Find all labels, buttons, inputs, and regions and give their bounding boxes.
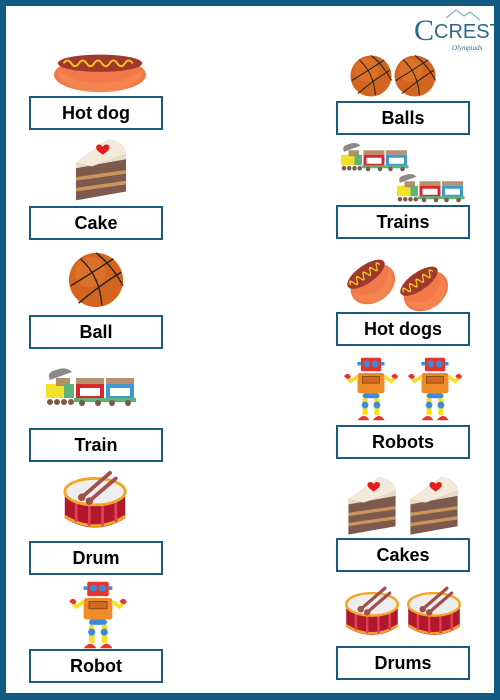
label-cake: Cake (29, 206, 163, 240)
drum-icon (344, 586, 400, 637)
label-drum: Drum (29, 541, 163, 575)
crest-olympiads-logo: C CREST Olympiads (410, 8, 500, 54)
logo-text: CREST (434, 21, 494, 43)
label-ball: Ball (29, 315, 163, 349)
basketball-icon (68, 252, 124, 308)
label-balls: Balls (336, 101, 470, 135)
logo-c: C (414, 14, 434, 47)
label-train: Train (29, 428, 163, 462)
label-trains: Trains (336, 205, 470, 239)
cake-icon (75, 139, 127, 201)
drum-icon (406, 586, 462, 637)
basketball-icon (349, 54, 393, 98)
cake-icon (348, 477, 396, 535)
label-hot-dog: Hot dog (29, 96, 163, 130)
train-icon (341, 143, 409, 172)
train-icon (46, 368, 136, 406)
label-drums: Drums (336, 646, 470, 680)
cake-icon (410, 477, 458, 535)
robot-icon (408, 356, 462, 422)
robot-icon (344, 356, 398, 422)
label-robot: Robot (29, 649, 163, 683)
drum-icon (62, 470, 128, 530)
label-cakes: Cakes (336, 538, 470, 572)
label-robots: Robots (336, 425, 470, 459)
hotdog-icon (52, 53, 148, 94)
train-icon (397, 174, 465, 203)
robot-icon (67, 580, 129, 650)
label-hot-dogs: Hot dogs (336, 312, 470, 346)
basketball-icon (393, 54, 437, 98)
logo-subtext: Olympiads (452, 44, 483, 52)
